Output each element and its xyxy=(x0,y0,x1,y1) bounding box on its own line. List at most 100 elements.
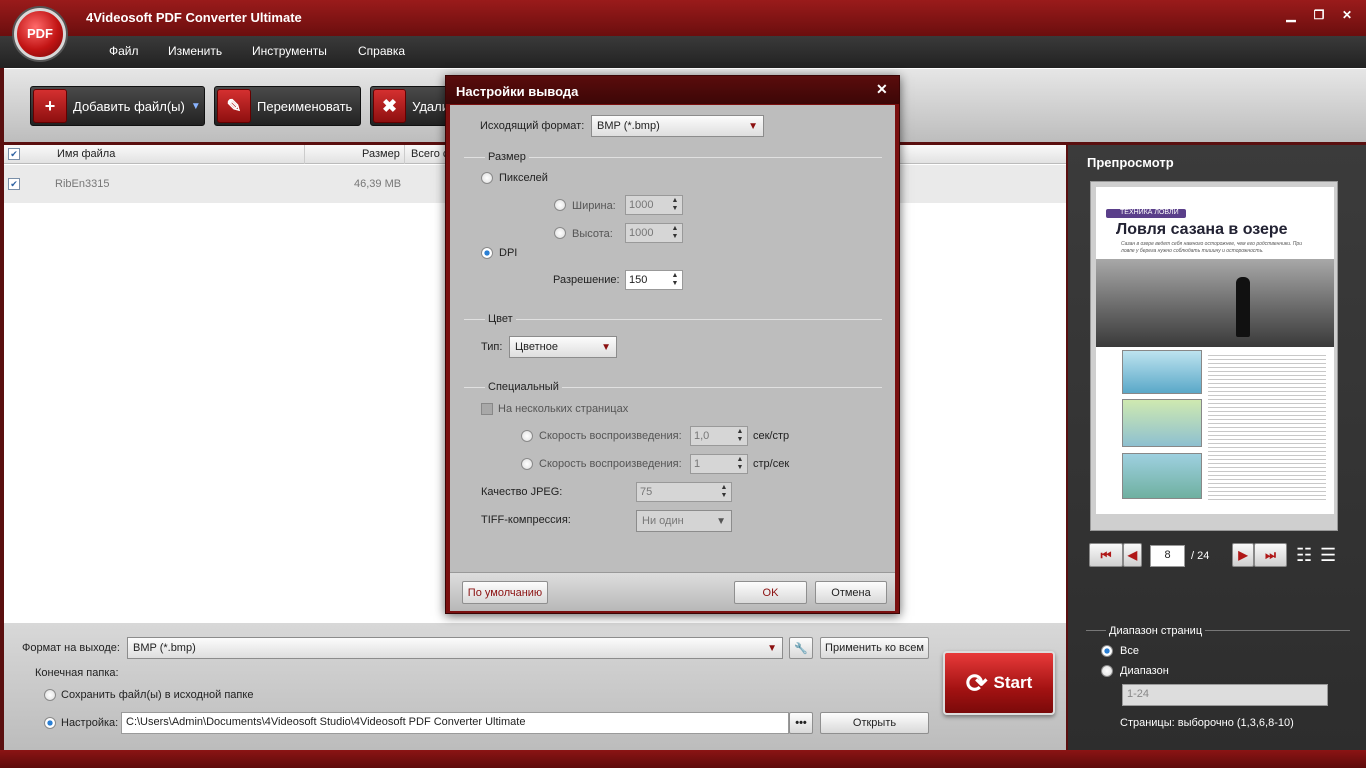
menu-file[interactable]: Файл xyxy=(109,44,139,58)
speed-sec-stepper[interactable]: 1,0 ▲ ▼ xyxy=(690,426,748,446)
spin-arrows-icon: ▲ ▼ xyxy=(671,197,679,212)
prev-page-button[interactable]: ◀ xyxy=(1123,543,1142,567)
next-page-button[interactable]: ▶ xyxy=(1232,543,1254,567)
article-photo xyxy=(1096,259,1334,347)
speed-sec-radio[interactable] xyxy=(521,430,533,442)
color-type-select[interactable]: Цветное ▼ xyxy=(509,336,617,358)
custom-path-label: Настройка: xyxy=(61,717,119,729)
tiff-select[interactable]: Ни один ▼ xyxy=(636,510,732,532)
page-number-input[interactable]: 8 xyxy=(1150,545,1185,567)
width-radio[interactable] xyxy=(554,199,566,211)
preview-panel: Препросмотр ТЕХНИКА ЛОВЛИ Ловля сазана в… xyxy=(1068,145,1366,750)
dialog-title: Настройки вывода xyxy=(446,76,899,104)
format-select[interactable]: BMP (*.bmp) ▼ xyxy=(127,637,783,659)
browse-button[interactable]: ••• xyxy=(789,712,813,734)
save-source-radio[interactable] xyxy=(44,689,56,701)
diagram-1 xyxy=(1122,350,1202,394)
dialog-close-button[interactable]: ✕ xyxy=(876,81,888,98)
delete-button[interactable]: ✖ Удали xyxy=(370,86,450,126)
dropdown-arrow-icon[interactable]: ▼ xyxy=(191,101,201,112)
last-page-button[interactable]: ⏭ xyxy=(1254,543,1287,567)
start-button[interactable]: ⟳ Start xyxy=(943,651,1055,715)
color-type-value: Цветное xyxy=(515,341,558,353)
cancel-button[interactable]: Отмена xyxy=(815,581,887,604)
spin-arrows-icon: ▲ ▼ xyxy=(720,484,728,499)
rename-label: Переименовать xyxy=(257,98,353,114)
default-button[interactable]: По умолчанию xyxy=(462,581,548,604)
article-tag: ТЕХНИКА ЛОВЛИ xyxy=(1106,209,1186,218)
column-name[interactable]: Имя файла xyxy=(57,148,115,160)
height-radio[interactable] xyxy=(554,227,566,239)
output-settings-dialog: Настройки вывода ✕ Исходящий формат: BMP… xyxy=(445,75,900,614)
range-all-radio[interactable] xyxy=(1101,645,1113,657)
out-format-select[interactable]: BMP (*.bmp) ▼ xyxy=(591,115,764,137)
dpi-label: DPI xyxy=(499,247,518,259)
path-input[interactable]: C:\Users\Admin\Documents\4Videosoft Stud… xyxy=(121,712,789,734)
menu-edit[interactable]: Изменить xyxy=(168,44,222,58)
resolution-stepper[interactable]: 150 ▲ ▼ xyxy=(625,270,683,290)
range-input[interactable]: 1-24 xyxy=(1122,684,1328,706)
rename-button[interactable]: ✎ Переименовать xyxy=(214,86,361,126)
add-files-label: Добавить файл(ы) xyxy=(73,98,185,114)
chevron-down-icon: ▼ xyxy=(767,642,777,654)
width-label: Ширина: xyxy=(572,200,616,212)
delete-icon: ✖ xyxy=(373,89,407,123)
format-label: Формат на выходе: xyxy=(22,642,120,654)
speed-pages-value: 1 xyxy=(694,458,701,470)
menu-help[interactable]: Справка xyxy=(358,44,405,58)
format-value: BMP (*.bmp) xyxy=(133,642,196,654)
row-checkbox[interactable]: ✔ xyxy=(8,178,20,190)
minimize-button[interactable]: ▁ xyxy=(1282,8,1300,22)
height-stepper[interactable]: 1000 ▲ ▼ xyxy=(625,223,683,243)
single-page-view-icon[interactable]: ☷ xyxy=(1296,545,1312,566)
restore-button[interactable]: ❐ xyxy=(1310,8,1328,22)
jpeg-quality-stepper[interactable]: 75 ▲ ▼ xyxy=(636,482,732,502)
special-group-title: Специальный xyxy=(485,381,562,393)
multipage-checkbox[interactable] xyxy=(481,403,493,415)
menu-tools[interactable]: Инструменты xyxy=(252,44,327,58)
size-group-title: Размер xyxy=(485,151,529,163)
multi-page-view-icon[interactable]: ☰ xyxy=(1320,545,1336,566)
article-lead: Сазан в озере ведет себя намного осторож… xyxy=(1121,241,1302,254)
tiff-label: TIFF-компрессия: xyxy=(481,514,571,526)
status-bar xyxy=(0,750,1366,768)
speed-pages-radio[interactable] xyxy=(521,458,533,470)
pixels-radio[interactable] xyxy=(481,172,493,184)
out-format-label: Исходящий формат: xyxy=(480,120,585,132)
add-files-button[interactable]: + Добавить файл(ы) ▼ xyxy=(30,86,205,126)
page-total: / 24 xyxy=(1191,550,1210,562)
ok-button[interactable]: OK xyxy=(734,581,807,604)
speed-pages-stepper[interactable]: 1 ▲ ▼ xyxy=(690,454,748,474)
range-custom-radio[interactable] xyxy=(1101,665,1113,677)
delete-label: Удали xyxy=(412,98,449,114)
height-label: Высота: xyxy=(572,228,613,240)
spin-arrows-icon: ▲ ▼ xyxy=(736,456,744,471)
column-size[interactable]: Размер xyxy=(362,148,400,160)
select-all-checkbox[interactable]: ✔ xyxy=(8,148,20,160)
open-folder-button[interactable]: Открыть xyxy=(820,712,929,734)
dpi-radio[interactable] xyxy=(481,247,493,259)
app-logo: PDF xyxy=(14,8,66,60)
fisherman-figure xyxy=(1236,277,1250,337)
range-all-label: Все xyxy=(1120,645,1139,657)
column-total[interactable]: Всего с xyxy=(411,148,448,160)
custom-path-radio[interactable] xyxy=(44,717,56,729)
chevron-down-icon: ▼ xyxy=(601,341,611,353)
convert-arrows-icon: ⟳ xyxy=(965,667,988,698)
first-page-button[interactable]: ⏮ xyxy=(1089,543,1123,567)
wrench-icon: 🔧 xyxy=(794,642,808,655)
multipage-label: На нескольких страницах xyxy=(498,403,629,415)
preview-frame: ТЕХНИКА ЛОВЛИ Ловля сазана в озере Сазан… xyxy=(1090,181,1338,531)
file-size: 46,39 MB xyxy=(354,178,402,190)
range-hint: Страницы: выборочно (1,3,6,8-10) xyxy=(1120,717,1294,729)
spin-arrows-icon: ▲ ▼ xyxy=(671,225,679,240)
dialog-footer: По умолчанию OK Отмена xyxy=(450,572,895,611)
apply-all-button[interactable]: Применить ко всем xyxy=(820,637,929,659)
settings-wrench-button[interactable]: 🔧 xyxy=(789,637,813,659)
close-button[interactable]: ✕ xyxy=(1338,8,1356,22)
range-custom-label: Диапазон xyxy=(1120,665,1169,677)
width-stepper[interactable]: 1000 ▲ ▼ xyxy=(625,195,683,215)
resolution-value: 150 xyxy=(629,274,648,286)
speed-pages-unit: стр/сек xyxy=(753,458,790,470)
app-title: 4Videosoft PDF Converter Ultimate xyxy=(86,10,302,25)
